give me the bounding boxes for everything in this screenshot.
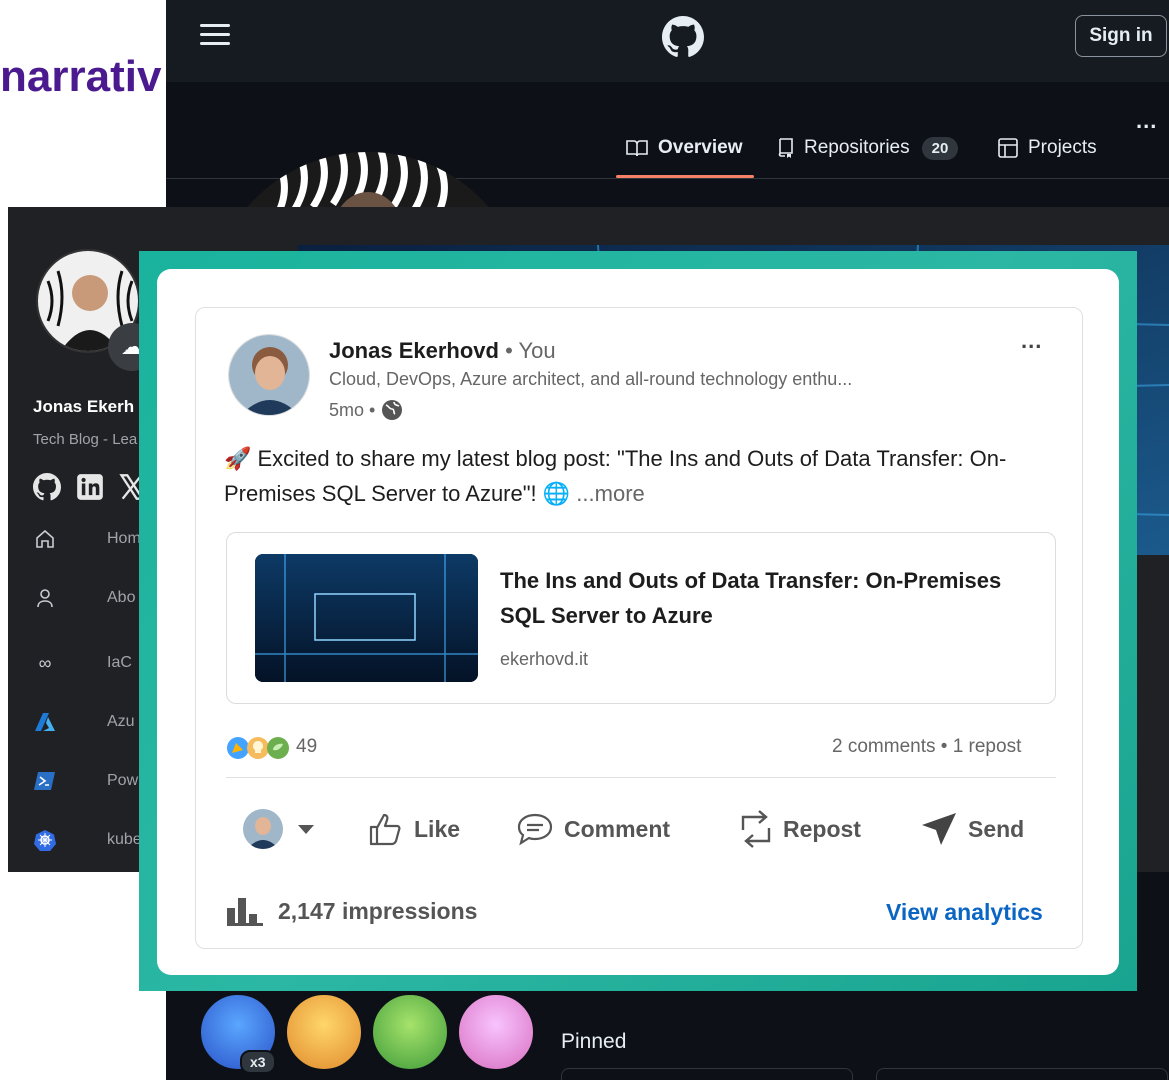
post-author-relation: • You: [498, 338, 556, 363]
tab-repositories[interactable]: Repositories 20: [778, 132, 959, 164]
blog-nav-home[interactable]: Hom: [33, 524, 141, 554]
blog-nav-label: Azu: [107, 713, 135, 730]
reaction-icons[interactable]: [226, 736, 290, 760]
blog-nav-powershell[interactable]: Pow: [33, 766, 138, 796]
table-icon: [998, 138, 1018, 158]
post-author-headline: Cloud, DevOps, Azure architect, and all-…: [329, 369, 853, 389]
achievement-cowboy-icon: [284, 992, 364, 1072]
book-icon: [626, 140, 648, 157]
post-body: 🚀 Excited to share my latest blog post: …: [224, 441, 1054, 511]
link-preview-card[interactable]: The Ins and Outs of Data Transfer: On-Pr…: [226, 532, 1056, 704]
pinned-card[interactable]: [561, 1068, 853, 1080]
send-icon: [922, 813, 956, 845]
blog-nav-about[interactable]: Abo: [33, 583, 135, 613]
blog-nav-iac[interactable]: ∞ IaC: [33, 648, 132, 678]
achievement-yolo-icon: [456, 992, 536, 1072]
blog-tagline: Tech Blog - Lea: [33, 431, 138, 448]
post-author-name-text: Jonas Ekerhovd: [329, 338, 499, 363]
tab-overview-label: Overview: [658, 137, 743, 158]
repo-icon: [778, 138, 793, 158]
achievement-peas-icon: [370, 992, 450, 1072]
tab-overview[interactable]: Overview: [626, 132, 743, 164]
send-button[interactable]: Send: [920, 805, 1024, 853]
more-options-icon[interactable]: ...: [1136, 108, 1157, 134]
impressions: 2,147 impressions: [226, 896, 477, 926]
impressions-text: 2,147 impressions: [278, 897, 478, 924]
repost-label: Repost: [783, 815, 861, 842]
github-logo-icon[interactable]: [662, 16, 704, 58]
linkedin-post-frame: Jonas Ekerhovd • You Cloud, DevOps, Azur…: [139, 251, 1137, 991]
support-reaction-icon: [267, 737, 289, 759]
blog-nav-azure[interactable]: Azu: [33, 707, 135, 737]
link-preview-domain: ekerhovd.it: [500, 649, 589, 669]
comment-button[interactable]: Comment: [516, 805, 670, 853]
post-options-menu[interactable]: ...: [1021, 328, 1042, 354]
chevron-down-icon[interactable]: [298, 825, 314, 834]
repost-icon: [741, 810, 771, 848]
blog-nav-label: Hom: [107, 530, 141, 547]
tab-projects[interactable]: Projects: [998, 132, 1097, 164]
bar-chart-icon: [227, 898, 263, 926]
linkedin-post-container: Jonas Ekerhovd • You Cloud, DevOps, Azur…: [157, 269, 1119, 975]
repo-count-badge: 20: [921, 136, 959, 160]
sign-in-button[interactable]: Sign in: [1075, 15, 1167, 57]
post-author-name[interactable]: Jonas Ekerhovd • You: [329, 338, 556, 364]
thumbs-up-icon: [369, 813, 401, 846]
pinned-card[interactable]: [876, 1068, 1168, 1080]
blog-nav-label: Abo: [107, 589, 136, 606]
blog-nav-label: Pow: [107, 772, 139, 789]
link-preview-title: The Ins and Outs of Data Transfer: On-Pr…: [500, 568, 1002, 628]
view-analytics-link[interactable]: View analytics: [886, 899, 1043, 926]
kubernetes-icon: [33, 828, 57, 852]
linkedin-post-card: Jonas Ekerhovd • You Cloud, DevOps, Azur…: [195, 307, 1083, 949]
blog-nav-kubernetes[interactable]: kube: [33, 825, 142, 855]
post-timestamp: 5mo •: [329, 399, 403, 421]
blog-author-name: Jonas Ekerh: [33, 397, 135, 416]
link-preview-thumbnail: [255, 554, 478, 682]
post-author-avatar[interactable]: [228, 334, 310, 416]
hamburger-menu-icon[interactable]: [200, 24, 230, 46]
blog-nav-label: kube: [107, 831, 142, 848]
see-more-link[interactable]: ...more: [576, 481, 644, 506]
linkedin-icon[interactable]: [76, 473, 104, 501]
comment-icon: [517, 813, 553, 846]
post-actions-divider: [226, 777, 1056, 778]
like-button[interactable]: Like: [368, 805, 460, 853]
globe-icon: [382, 400, 403, 420]
infinity-icon: ∞: [38, 652, 52, 673]
comment-label: Comment: [564, 815, 671, 842]
powershell-icon: [33, 769, 57, 793]
reaction-count[interactable]: 49: [296, 736, 317, 758]
tab-projects-label: Projects: [1028, 137, 1097, 158]
reaction-as-avatar[interactable]: [243, 809, 283, 849]
post-time-text: 5mo •: [329, 399, 376, 420]
repost-button[interactable]: Repost: [739, 805, 861, 853]
achievement-count-badge: x3: [240, 1050, 276, 1074]
comments-reposts-count[interactable]: 2 comments • 1 repost: [832, 736, 1021, 758]
like-label: Like: [414, 815, 461, 842]
blog-nav-label: IaC: [107, 654, 132, 671]
background-heading: narrativ: [0, 52, 162, 101]
azure-icon: [33, 710, 57, 734]
person-icon: [33, 586, 57, 610]
send-label: Send: [968, 815, 1025, 842]
tab-repositories-label: Repositories: [804, 137, 910, 158]
github-icon[interactable]: [33, 473, 61, 501]
home-icon: [33, 527, 57, 551]
pinned-heading: Pinned: [561, 1030, 627, 1053]
